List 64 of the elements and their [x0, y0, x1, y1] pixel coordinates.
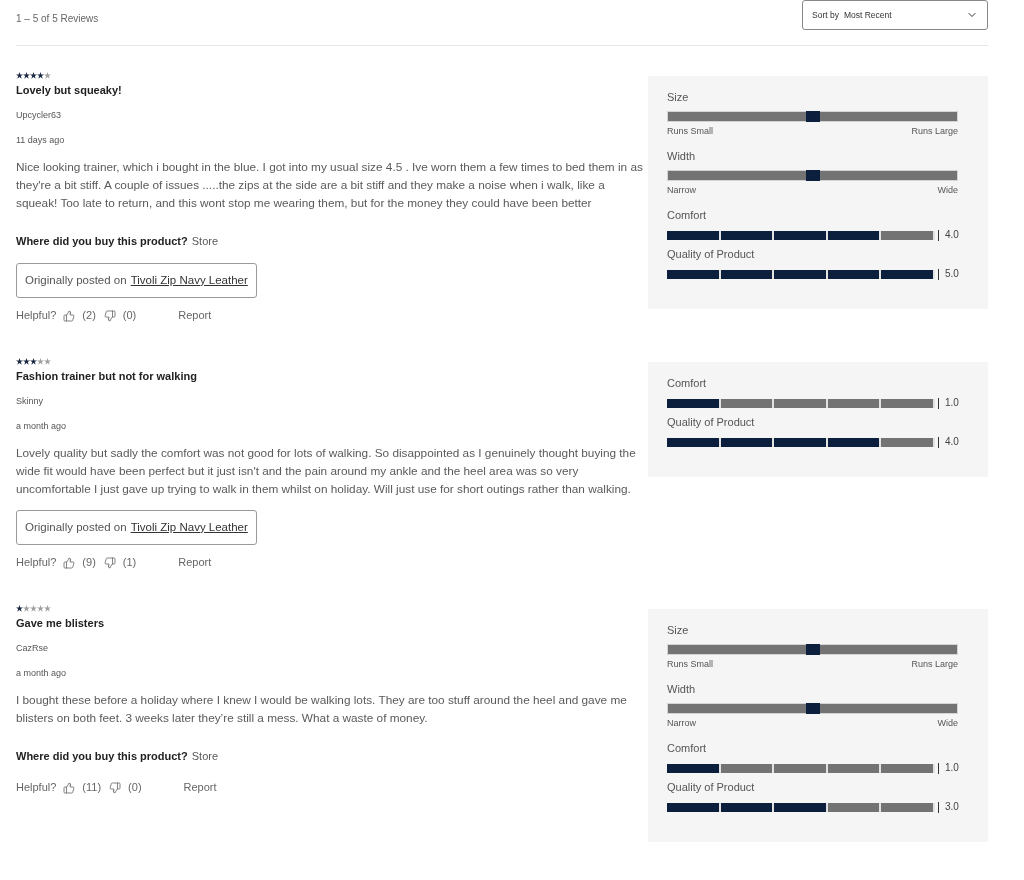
- helpful-label: Helpful?: [16, 555, 57, 570]
- product-link[interactable]: Tivoli Zip Navy Leather: [130, 518, 248, 537]
- thumbs-down-icon: [109, 781, 122, 794]
- review-title: Lovely but squeaky!: [16, 83, 122, 98]
- review-date: a month ago: [16, 667, 67, 680]
- sort-dropdown[interactable]: Sort by Most Recent: [802, 0, 988, 30]
- review-title: Fashion trainer but not for walking: [16, 369, 197, 384]
- thumbs-down-icon: [103, 309, 116, 322]
- helpful-label: Helpful?: [16, 308, 57, 323]
- scale-min-label: Runs Small: [667, 658, 713, 670]
- reviewer-name: Skinny: [16, 395, 43, 408]
- review-date: 11 days ago: [16, 134, 65, 147]
- rating-label: Comfort: [667, 376, 707, 390]
- rating-label: Quality of Product: [667, 780, 755, 794]
- rating-label: Width: [667, 149, 696, 163]
- rating-label: Quality of Product: [667, 415, 755, 429]
- scale-max-label: Runs Large: [911, 658, 958, 670]
- helpful-no-button[interactable]: (0): [103, 308, 137, 323]
- question-label: Where did you buy this product?: [16, 749, 188, 764]
- question-label: Where did you buy this product?: [16, 234, 188, 249]
- helpful-yes-button[interactable]: (2): [63, 308, 96, 323]
- scale-max-label: Wide: [937, 184, 958, 196]
- review-text: Nice looking trainer, which i bought in the blue. I got into my usual size 4.5 . Ive worn them a few times to bed them in as they're a bit stiff. A couple of issues .....the zips at the side are a bit stiff and they make a noise when i walk, like a squeak! Too late to return, and this wont stop me wearing them, but for the money they could have been better: [16, 159, 644, 212]
- answer-text: Store: [191, 234, 219, 249]
- rating-label: Width: [667, 682, 696, 696]
- review-count: 1 – 5 of 5 Reviews: [16, 12, 99, 26]
- report-link[interactable]: Report: [178, 555, 212, 570]
- reviewer-name: Upcycler63: [16, 109, 62, 122]
- rating-value: 5.0: [945, 268, 959, 280]
- rating-label: Comfort: [667, 208, 707, 222]
- helpful-yes-button[interactable]: (9): [63, 555, 96, 570]
- review-text: I bought these before a holiday where I knew I would be walking lots. They are too stuff around the heel and gave me blisters on both feet. 3 weeks later they’re still a mess. What a waste of money.: [16, 692, 628, 727]
- rating-label: Size: [667, 90, 689, 104]
- reviewer-name: CazRse: [16, 642, 48, 655]
- review-text: Lovely quality but sadly the comfort was not good for lots of walking. So disappointed as I genuinely thought buying the wide fit would have been perfect but it just isn't and the pain around my ankle and the heel area was so very uncomfortable I just gave up trying to walk in them whilst on holiday. Will just use for short outings rather than walking.: [16, 445, 637, 498]
- rating-value: 4.0: [945, 436, 959, 448]
- answer-text: Store: [191, 749, 219, 764]
- rating-label: Quality of Product: [667, 247, 755, 261]
- thumbs-down-icon: [103, 556, 116, 569]
- review-title: Gave me blisters: [16, 616, 105, 631]
- rating-value: 3.0: [945, 801, 959, 813]
- product-link[interactable]: Tivoli Zip Navy Leather: [130, 271, 248, 290]
- rating-label: Comfort: [667, 741, 707, 755]
- origin-text: Originally posted on: [25, 272, 127, 288]
- scale-max-label: Runs Large: [911, 125, 958, 137]
- rating-value: 1.0: [945, 762, 959, 774]
- review-date: a month ago: [16, 420, 67, 433]
- thumbs-up-icon: [63, 781, 76, 794]
- thumbs-up-icon: [63, 309, 76, 322]
- scale-min-label: Narrow: [667, 184, 696, 196]
- thumbs-up-icon: [63, 556, 76, 569]
- report-link[interactable]: Report: [183, 780, 217, 795]
- rating-label: Size: [667, 623, 689, 637]
- helpful-no-button[interactable]: (1): [103, 555, 137, 570]
- rating-value: 4.0: [945, 229, 959, 241]
- scale-min-label: Narrow: [667, 717, 696, 729]
- scale-min-label: Runs Small: [667, 125, 713, 137]
- helpful-yes-button[interactable]: (11): [63, 780, 102, 795]
- origin-text: Originally posted on: [25, 519, 127, 535]
- helpful-label: Helpful?: [16, 780, 57, 795]
- scale-max-label: Wide: [937, 717, 958, 729]
- report-link[interactable]: Report: [178, 308, 212, 323]
- rating-value: 1.0: [945, 397, 959, 409]
- helpful-no-button[interactable]: (0): [109, 780, 142, 795]
